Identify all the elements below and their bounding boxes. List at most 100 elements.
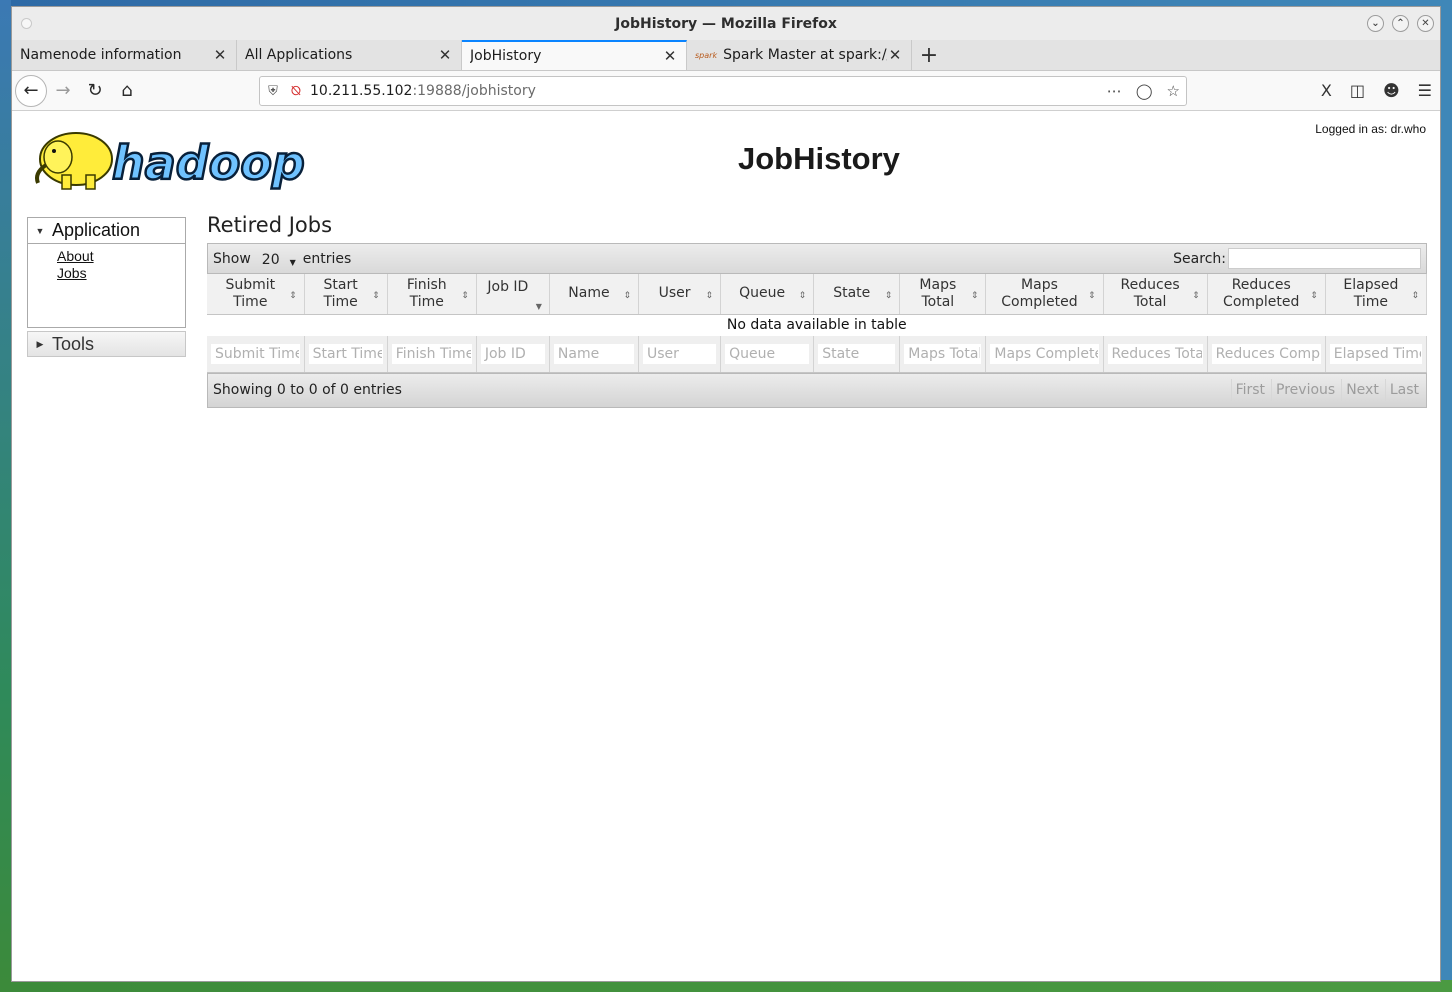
pocket-icon[interactable]: ◯ bbox=[1136, 82, 1153, 100]
insecure-connection-icon[interactable]: ⦰ bbox=[286, 84, 306, 99]
close-tab-icon[interactable]: ✕ bbox=[437, 46, 453, 64]
filter-cell: Job ID bbox=[476, 336, 550, 373]
last-page-button[interactable]: Last bbox=[1384, 378, 1423, 401]
table-footer: Showing 0 to 0 of 0 entries First Previo… bbox=[207, 372, 1427, 408]
column-header[interactable]: Queue ⇕ bbox=[720, 274, 815, 315]
column-filter-input[interactable]: Job ID bbox=[480, 343, 545, 364]
column-filter-input[interactable]: State bbox=[818, 343, 896, 364]
section-title: Retired Jobs bbox=[207, 213, 333, 237]
column-header[interactable]: Finish Time ⇕ bbox=[387, 274, 477, 315]
empty-row: No data available in table bbox=[207, 314, 1427, 336]
column-header[interactable]: State ⇕ bbox=[813, 274, 901, 315]
column-header[interactable]: Elapsed Time ⇕ bbox=[1325, 274, 1428, 315]
column-filter-input[interactable]: Queue bbox=[725, 343, 810, 364]
reload-button[interactable]: ↻ bbox=[79, 75, 111, 107]
back-button[interactable]: ← bbox=[15, 74, 47, 107]
sidebar-toggle-icon[interactable]: ◫ bbox=[1350, 81, 1365, 100]
application-accordion-header[interactable]: ▼ Application bbox=[27, 217, 186, 243]
close-tab-icon[interactable]: ✕ bbox=[212, 46, 228, 64]
close-window-button[interactable]: ✕ bbox=[1417, 15, 1434, 32]
svg-text:hadoop: hadoop bbox=[112, 136, 305, 190]
column-header[interactable]: Reduces Completed ⇕ bbox=[1207, 274, 1326, 315]
tab-jobhistory[interactable]: JobHistory ✕ bbox=[462, 40, 687, 70]
application-accordion-body: About Jobs bbox=[27, 243, 186, 328]
column-filter-input[interactable]: Finish Time bbox=[391, 343, 472, 364]
column-filter-input[interactable]: Reduces Completed bbox=[1211, 343, 1321, 364]
jobs-link[interactable]: Jobs bbox=[57, 265, 185, 282]
column-header[interactable]: Name ⇕ bbox=[549, 274, 640, 315]
column-header-label: Reduces Completed bbox=[1223, 276, 1300, 310]
close-tab-icon[interactable]: ✕ bbox=[887, 46, 903, 64]
tools-accordion-header[interactable]: ▶ Tools bbox=[27, 331, 186, 357]
column-header[interactable]: User ⇕ bbox=[638, 274, 722, 315]
hadoop-logo[interactable]: hadoop bbox=[28, 121, 328, 193]
search-input[interactable] bbox=[1228, 248, 1421, 269]
desktop-background bbox=[0, 0, 11, 992]
column-header[interactable]: Maps Total ⇕ bbox=[899, 274, 987, 315]
toolbar-right: Ⅹ ◫ ☻ ☰ bbox=[1321, 81, 1432, 100]
sort-icon: ⇕ bbox=[1310, 291, 1318, 301]
column-filter-input[interactable]: Maps Total bbox=[904, 343, 982, 364]
tab-namenode[interactable]: Namenode information ✕ bbox=[12, 40, 237, 70]
search-group: Search: bbox=[1173, 248, 1421, 269]
column-filter-input[interactable]: Start Time bbox=[308, 343, 383, 364]
column-header-label: Start Time bbox=[323, 276, 358, 310]
expanded-triangle-icon: ▼ bbox=[35, 225, 45, 236]
column-header-label: User bbox=[658, 285, 691, 302]
sort-icon: ⇕ bbox=[705, 291, 714, 301]
home-button[interactable]: ⌂ bbox=[111, 75, 143, 107]
entries-per-page-select[interactable]: 20 ▼ bbox=[257, 249, 297, 269]
url-path: :19888/jobhistory bbox=[412, 83, 536, 99]
column-filter-input[interactable]: Submit Time bbox=[211, 343, 300, 364]
table-toolbar: Show 20 ▼ entries Search: bbox=[207, 243, 1427, 274]
close-tab-icon[interactable]: ✕ bbox=[662, 47, 678, 65]
column-header[interactable]: Submit Time ⇕ bbox=[207, 274, 305, 315]
sort-icon: ⇕ bbox=[1087, 291, 1096, 301]
column-header-label: Name bbox=[568, 285, 610, 302]
collapsed-triangle-icon: ▶ bbox=[36, 338, 44, 349]
column-header[interactable]: Maps Completed ⇕ bbox=[985, 274, 1104, 315]
header-row: Submit Time ⇕ Start Time ⇕ Finish Time ⇕ Job I… bbox=[207, 274, 1428, 315]
column-header-label: Job ID bbox=[487, 279, 529, 295]
filter-cell: Queue bbox=[720, 336, 815, 373]
tracking-shield-icon[interactable]: ⛨ bbox=[260, 84, 286, 99]
column-filter-input[interactable]: User bbox=[643, 343, 717, 364]
tab-strip: Namenode information ✕ All Applications … bbox=[12, 40, 1440, 71]
sidebar-navigation: ▼ Application About Jobs ▶ Tools bbox=[27, 217, 186, 357]
minimize-button[interactable]: ⌄ bbox=[1367, 15, 1384, 32]
column-header[interactable]: Job ID ▼ bbox=[476, 274, 550, 315]
bookmark-star-icon[interactable]: ☆ bbox=[1167, 82, 1180, 100]
page-actions-icon[interactable]: ⋯ bbox=[1107, 82, 1122, 100]
maximize-button[interactable]: ⌃ bbox=[1392, 15, 1409, 32]
tab-label: JobHistory bbox=[470, 48, 542, 64]
first-page-button[interactable]: First bbox=[1230, 378, 1269, 401]
window-menu-icon[interactable] bbox=[21, 18, 32, 29]
filter-cell: Submit Time bbox=[207, 336, 305, 373]
sort-icon: ⇕ bbox=[289, 291, 297, 301]
column-filter-input[interactable]: Name bbox=[553, 343, 634, 364]
about-link[interactable]: About bbox=[57, 248, 185, 265]
next-page-button[interactable]: Next bbox=[1341, 378, 1383, 401]
tab-all-applications[interactable]: All Applications ✕ bbox=[237, 40, 462, 70]
column-filter-input[interactable]: Reduces Total bbox=[1107, 343, 1203, 364]
column-filter-input[interactable]: Maps Completed bbox=[990, 343, 1099, 364]
browser-window: JobHistory — Mozilla Firefox ⌄ ⌃ ✕ Namen… bbox=[11, 6, 1441, 982]
column-header[interactable]: Start Time ⇕ bbox=[304, 274, 388, 315]
account-icon[interactable]: ☻ bbox=[1383, 81, 1400, 100]
forward-button[interactable]: → bbox=[47, 75, 79, 107]
column-header[interactable]: Reduces Total ⇕ bbox=[1103, 274, 1208, 315]
empty-message: No data available in table bbox=[726, 317, 907, 334]
library-icon[interactable]: Ⅹ bbox=[1321, 81, 1332, 100]
tab-label: All Applications bbox=[245, 47, 353, 63]
table-info: Showing 0 to 0 of 0 entries bbox=[213, 382, 402, 398]
previous-page-button[interactable]: Previous bbox=[1271, 378, 1339, 401]
window-title: JobHistory — Mozilla Firefox bbox=[615, 15, 837, 32]
sort-icon: ⇕ bbox=[1192, 291, 1200, 301]
new-tab-button[interactable]: + bbox=[912, 40, 946, 70]
url-bar[interactable]: ⛨ ⦰ 10.211.55.102:19888/jobhistory ⋯ ◯ ☆ bbox=[259, 76, 1187, 106]
column-filter-input[interactable]: Elapsed Time bbox=[1329, 343, 1422, 364]
url-host: 10.211.55.102 bbox=[310, 83, 413, 99]
hamburger-menu-icon[interactable]: ☰ bbox=[1418, 81, 1432, 100]
filter-row: Submit Time Start Time Finish Time Job I… bbox=[207, 336, 1428, 373]
tab-spark-master[interactable]: spark Spark Master at spark:// ✕ bbox=[687, 40, 912, 70]
